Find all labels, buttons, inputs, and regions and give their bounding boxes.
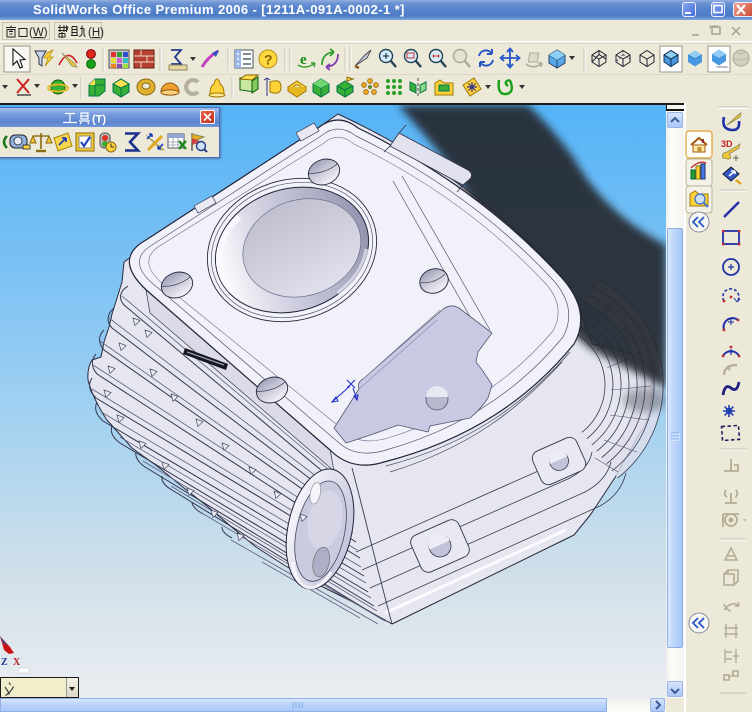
svg-text:(T): (T) — [92, 114, 106, 126]
svg-text:(H): (H) — [88, 27, 104, 39]
svg-text:(W): (W) — [29, 27, 48, 39]
svg-text:Z: Z — [1, 657, 8, 668]
svg-text:X: X — [13, 657, 21, 668]
svg-text:?: ? — [264, 52, 273, 68]
svg-text:e: e — [300, 52, 307, 68]
